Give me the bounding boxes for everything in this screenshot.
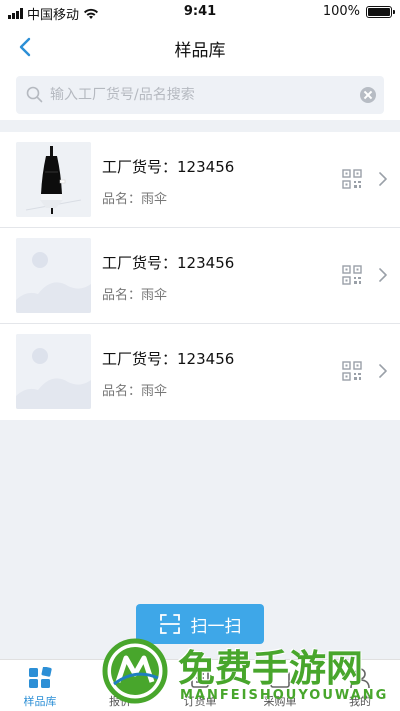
clear-search-button[interactable] [360,87,376,103]
product-list: 工厂货号：123456 品名：雨伞 工厂货号：123456 品名：雨伞 工厂货号… [0,132,400,420]
battery-percent: 100% [322,4,360,19]
product-row[interactable]: 工厂货号：123456 品名：雨伞 [0,228,400,324]
product-name-value: 雨伞 [141,192,168,207]
factory-code-label: 工厂货号： [102,350,178,368]
umbrella-photo [16,142,91,217]
factory-code-value: 123456 [177,350,235,368]
grid-icon [29,667,52,688]
scan-button-label: 扫一扫 [190,616,242,637]
tab-label: 样品库 [23,695,57,708]
image-placeholder [16,334,91,409]
search-bar [0,70,400,120]
product-name-value: 雨伞 [141,288,168,303]
qr-code-icon[interactable] [342,169,362,189]
search-input[interactable] [50,76,350,114]
qr-code-icon[interactable] [342,361,362,381]
product-name-label: 品名： [102,384,142,399]
product-row[interactable]: 工厂货号：123456 品名：雨伞 [0,132,400,228]
scan-icon [159,614,180,634]
chevron-right-icon [379,268,387,282]
qr-code-icon[interactable] [342,265,362,285]
watermark-title: 免费手游网 [178,647,363,690]
factory-code-value: 123456 [177,158,235,176]
product-row[interactable]: 工厂货号：123456 品名：雨伞 [0,324,400,420]
battery-icon [366,5,395,18]
product-name-value: 雨伞 [141,384,168,399]
image-placeholder [16,238,91,313]
watermark-subtitle: MANFEISHOUYOUWANG [180,688,389,703]
product-name-label: 品名： [102,288,142,303]
site-watermark: 免费手游网 MANFEISHOUYOUWANG [100,636,400,711]
status-bar: 中国移动 9:41 100% [0,0,400,24]
tab-sample-library[interactable]: 样品库 [0,660,80,711]
chevron-right-icon [379,172,387,186]
search-icon [26,86,43,103]
factory-code-value: 123456 [177,254,235,272]
factory-code-label: 工厂货号： [102,254,178,272]
factory-code-label: 工厂货号： [102,158,178,176]
product-name-label: 品名： [102,192,142,207]
search-box[interactable] [16,76,384,114]
chevron-right-icon [379,364,387,378]
nav-bar: 样品库 [0,24,400,70]
page-title: 样品库 [174,41,226,61]
watermark-logo [102,638,168,704]
